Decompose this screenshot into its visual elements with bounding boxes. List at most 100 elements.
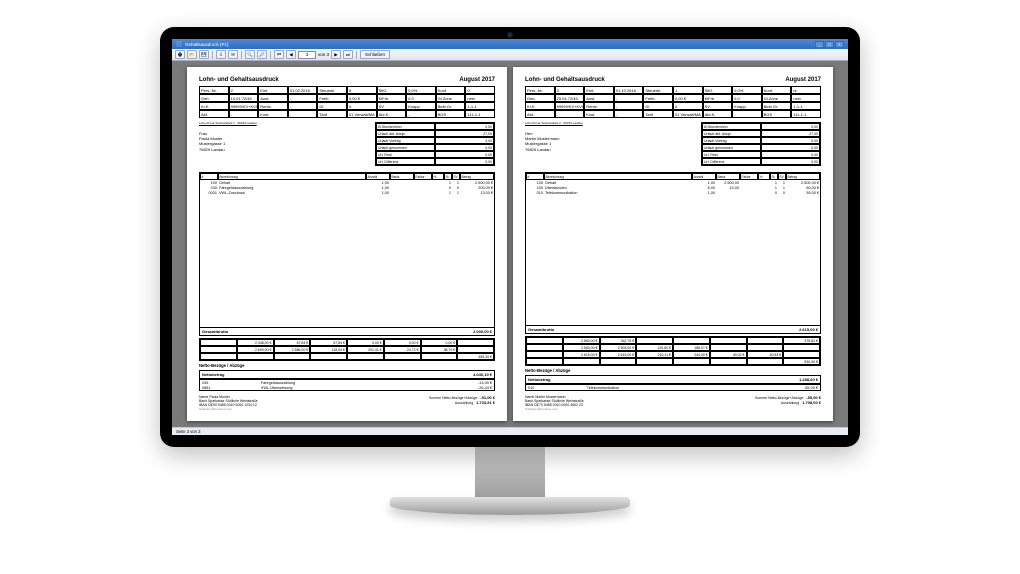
period: August 2017 xyxy=(459,77,495,83)
header-cell: Knapp. xyxy=(732,102,762,110)
header-cell: - xyxy=(229,110,259,118)
header-cell: - xyxy=(555,110,585,118)
header-cell: Rente. xyxy=(258,102,288,110)
header-cell: nein xyxy=(791,94,821,102)
address-block: Lohn-Firma Testmandant 1 · 66333 LandauF… xyxy=(199,122,371,166)
header-cell: - xyxy=(732,110,762,118)
header-cell: BGS xyxy=(436,110,466,118)
header-cell: 99999/KV+KVSatz xyxy=(229,102,259,110)
hours-box: Ø-Stundenlohn0,00Urlaub akt. Anspr.27,00… xyxy=(375,122,495,166)
page-input[interactable] xyxy=(298,51,316,59)
earnings-block: #BezeichnungAnzahlBasisFaktor%StSVBetrag… xyxy=(525,172,821,334)
export-button[interactable]: ⇩ xyxy=(216,50,226,59)
header-cell: Eint. xyxy=(258,86,288,94)
minimize-button[interactable]: _ xyxy=(815,41,824,48)
header-cell: Kr.K. xyxy=(199,102,229,110)
last-page-button[interactable]: ⏭ xyxy=(343,50,353,59)
header-cell: 111-1-1 xyxy=(465,110,495,118)
header-cell: 01.10.2016 xyxy=(614,86,644,94)
header-cell: Abt. xyxy=(199,110,229,118)
header-cell: 0,0% xyxy=(732,86,762,94)
header-cell: Gl.Zone xyxy=(762,94,792,102)
net-label: Netto-Bezüge / Abzüge xyxy=(525,368,821,373)
doc-title: Lohn- und Gehaltsausdruck xyxy=(525,77,605,83)
header-cell: Kost. xyxy=(258,110,288,118)
doc-title: Lohn- und Gehaltsausdruck xyxy=(199,77,279,83)
header-cell: Kost. xyxy=(584,110,614,118)
header-cell: 0,00 € xyxy=(347,94,377,102)
print-button[interactable]: 🖶 xyxy=(175,50,185,59)
header-grid: Pers.-Nr.3Eint.01.10.2016Steuerkl.1StKl.… xyxy=(525,86,821,118)
net-label: Netto-Bezüge / Abzüge xyxy=(199,363,495,368)
header-cell: Freib. xyxy=(643,94,673,102)
monitor-stand-neck xyxy=(475,447,545,497)
net-amount-row: Nettobetrag1.288,60 € xyxy=(525,375,821,384)
header-cell: - xyxy=(288,94,318,102)
search-button[interactable]: 🔍 xyxy=(245,50,255,59)
header-cell: Knapp. xyxy=(406,102,436,110)
next-page-button[interactable]: ▶ xyxy=(331,50,341,59)
header-cell: Freib. xyxy=(317,94,347,102)
monitor-bezel: Gehaltsausdruck (P1) _ □ × 🖶 📂 💾 ⇩ ✉ 🔍 🔎 xyxy=(160,27,860,447)
header-cell: Beitr.Gr. xyxy=(762,102,792,110)
gross-total-row: Gesamtbrutto2.000,00 € xyxy=(200,327,494,335)
header-cell: Pers.-Nr. xyxy=(199,86,229,94)
maximize-button[interactable]: □ xyxy=(825,41,834,48)
header-cell: Abt. xyxy=(525,110,555,118)
camera-icon xyxy=(507,32,513,38)
header-cell: Abr.K. xyxy=(703,110,733,118)
header-cell: - xyxy=(288,110,318,118)
header-cell: 0,0 xyxy=(732,94,762,102)
app-icon xyxy=(176,41,182,47)
header-cell: - xyxy=(614,102,644,110)
header-cell: Rente. xyxy=(584,102,614,110)
header-cell: 01.02.2016 xyxy=(288,86,318,94)
header-cell: 3 xyxy=(555,86,585,94)
first-page-button[interactable]: ⏮ xyxy=(274,50,284,59)
header-cell: rk xyxy=(791,86,821,94)
header-cell: 1 xyxy=(673,86,703,94)
window-title: Gehaltsausdruck (P1) xyxy=(185,42,229,47)
header-cell: Eint. xyxy=(584,86,614,94)
close-preview-button[interactable]: Schließen xyxy=(360,50,390,59)
header-cell: Aust. xyxy=(584,94,614,102)
deductions-grid: 2.348,00 €67,84 €67,84 €0,00 €0,00 €0,00… xyxy=(199,338,495,361)
page-footer: Softwareofficename.com xyxy=(525,407,821,411)
save-button[interactable]: 💾 xyxy=(199,50,209,59)
header-cell: KiFrb. xyxy=(377,94,407,102)
address-block: Lohn-Firma Testmandant 2 · 66333 LandauH… xyxy=(525,122,697,166)
header-cell: 25.04.72/45 xyxy=(555,94,585,102)
header-cell: BGS xyxy=(762,110,792,118)
status-bar: Seite 3 von 3 xyxy=(172,427,848,435)
net-items: 035Fahrgeldauszahlung-13,00 €0881VWL-Übe… xyxy=(199,379,495,391)
monitor-stand-base xyxy=(390,497,630,515)
zoom-button[interactable]: 🔎 xyxy=(257,50,267,59)
hours-box: Ø-Stundenlohn0,00Urlaub akt. Anspr.27,00… xyxy=(701,122,821,166)
prev-page-button[interactable]: ◀ xyxy=(286,50,296,59)
header-cell: 01 Verwalt/MA xyxy=(347,110,377,118)
header-cell: Pers.-Nr. xyxy=(525,86,555,94)
header-cell: - xyxy=(614,94,644,102)
earnings-block: #BezeichnungAnzahlBasisFaktor%StSVBetrag… xyxy=(199,172,495,336)
header-cell: Aust. xyxy=(258,94,288,102)
page-footer: Softwareofficename.com xyxy=(199,407,495,411)
deductions-grid: 2.560,00 €342,75 €375,82 €2.560,00 €2.50… xyxy=(525,336,821,366)
open-button[interactable]: 📂 xyxy=(187,50,197,59)
header-cell: # xyxy=(347,102,377,110)
mail-button[interactable]: ✉ xyxy=(228,50,238,59)
header-cell: 01 Verwalt/MA xyxy=(673,110,703,118)
header-cell: 1-1-1 xyxy=(791,102,821,110)
header-cell: 0,0 xyxy=(406,94,436,102)
close-button[interactable]: × xyxy=(835,41,844,48)
toolbar: 🖶 📂 💾 ⇩ ✉ 🔍 🔎 ⏮ ◀ von 3 ▶ ⏭ Schließen xyxy=(172,49,848,61)
bank-row: Name Martin MustermannBank Sparkasse Süd… xyxy=(525,395,821,407)
header-cell: 111-1-1 xyxy=(791,110,821,118)
header-cell: SV xyxy=(377,102,407,110)
header-cell: ID xyxy=(643,102,673,110)
bank-row: Name Paula MusterBank Sparkasse Südliche… xyxy=(199,395,495,407)
header-cell: 0,00 € xyxy=(673,94,703,102)
header-cell: SV xyxy=(703,102,733,110)
header-cell: Abr.K. xyxy=(377,110,407,118)
header-cell: Tarif xyxy=(317,110,347,118)
net-amount-row: Nettobetrag4.040,10 € xyxy=(199,370,495,379)
